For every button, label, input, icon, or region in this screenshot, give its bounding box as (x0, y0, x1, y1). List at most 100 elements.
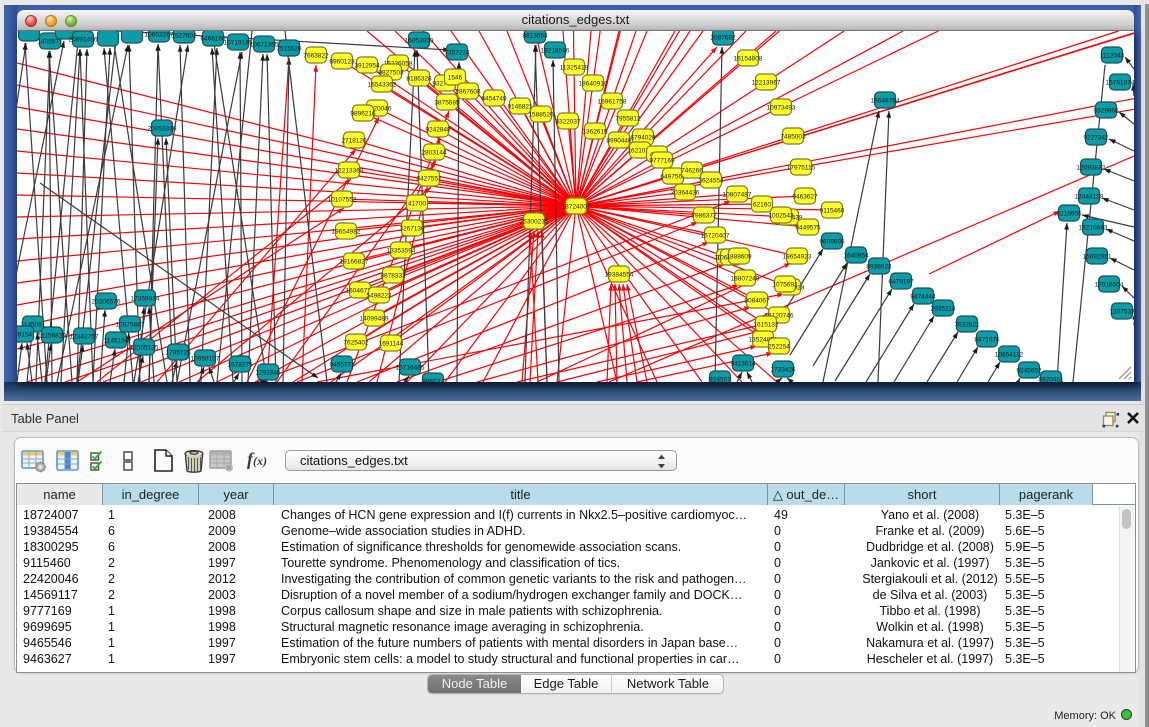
svg-text:3267130: 3267130 (399, 226, 425, 233)
svg-text:1678275: 1678275 (227, 362, 253, 369)
svg-text:1691144: 1691144 (379, 341, 404, 348)
svg-text:19654982: 19654982 (332, 229, 361, 236)
svg-text:18807249: 18807249 (731, 276, 760, 283)
svg-text:25300235: 25300235 (520, 219, 549, 226)
svg-text:2803144: 2803144 (421, 150, 447, 157)
svg-text:8427552: 8427552 (416, 176, 442, 183)
svg-text:9463627: 9463627 (792, 194, 818, 201)
svg-text:8878332: 8878332 (380, 273, 406, 280)
svg-text:8454749: 8454749 (481, 96, 507, 103)
svg-text:8990448: 8990448 (606, 138, 632, 145)
svg-text:19166827: 19166827 (340, 259, 369, 266)
svg-text:15720407: 15720407 (701, 233, 730, 240)
svg-text:1075692: 1075692 (772, 282, 798, 289)
svg-text:17975115: 17975115 (787, 165, 816, 172)
svg-text:5498222: 5498222 (366, 293, 392, 300)
svg-text:3875685: 3875685 (434, 100, 460, 107)
svg-text:12213967: 12213967 (752, 80, 781, 87)
svg-text:986532: 986532 (422, 379, 444, 383)
svg-text:7663822: 7663822 (303, 53, 329, 60)
svg-text:8215955: 8215955 (1056, 211, 1082, 218)
svg-text:15716485: 15716485 (396, 365, 425, 372)
svg-text:1888609: 1888609 (726, 254, 752, 261)
svg-text:20053346: 20053346 (148, 126, 177, 133)
svg-text:1292346: 1292346 (255, 370, 281, 377)
svg-text:12444158: 12444158 (1075, 194, 1104, 201)
svg-text:2867608: 2867608 (455, 89, 481, 96)
svg-text:11325419: 11325419 (560, 65, 589, 72)
svg-text:2087682: 2087682 (710, 35, 736, 42)
svg-text:10973493: 10973493 (767, 105, 796, 112)
svg-text:12342757: 12342757 (70, 334, 99, 341)
svg-text:1795725: 1795725 (165, 350, 191, 357)
svg-text:17359934: 17359934 (131, 296, 160, 303)
svg-text:1362615: 1362615 (582, 129, 608, 136)
svg-text:6794028: 6794028 (630, 135, 656, 142)
svg-text:3624554: 3624554 (698, 178, 724, 185)
svg-text:18640910: 18640910 (579, 81, 608, 88)
svg-text:9465771: 9465771 (329, 362, 355, 369)
svg-text:1733426: 1733426 (770, 367, 796, 374)
svg-text:9245652: 9245652 (1016, 368, 1042, 375)
svg-text:8186328: 8186328 (406, 76, 432, 83)
svg-text:9777169: 9777169 (649, 158, 675, 165)
svg-text:12505135: 12505135 (130, 345, 159, 352)
svg-text:13353594: 13353594 (387, 248, 416, 255)
svg-text:9474444: 9474444 (910, 294, 936, 301)
svg-text:1527602: 1527602 (171, 33, 197, 40)
svg-text:7632621: 7632621 (954, 322, 980, 329)
svg-text:62160: 62160 (753, 202, 771, 209)
svg-text:20364436: 20364436 (671, 190, 700, 197)
svg-text:252254: 252254 (768, 344, 790, 351)
svg-text:10958107: 10958107 (191, 356, 220, 363)
svg-text:6466160: 6466160 (200, 36, 226, 43)
svg-text:11156829: 11156829 (38, 333, 66, 340)
svg-text:924507: 924507 (709, 377, 731, 383)
svg-text:7986372: 7986372 (691, 213, 717, 220)
svg-text:8920451: 8920451 (1038, 377, 1064, 383)
svg-text:20691406: 20691406 (69, 37, 98, 44)
svg-text:15751074: 15751074 (1106, 80, 1134, 87)
svg-text:7357224: 7357224 (444, 50, 470, 57)
svg-text:19384554: 19384554 (605, 272, 634, 279)
svg-text:18724007: 18724007 (562, 204, 591, 211)
svg-text:1405571: 1405571 (37, 39, 63, 46)
svg-text:1588520: 1588520 (528, 112, 554, 119)
svg-text:10807487: 10807487 (723, 192, 752, 199)
svg-text:16648764: 16648764 (871, 98, 900, 105)
svg-text:9699695: 9699695 (819, 239, 845, 246)
svg-text:10671355: 10671355 (250, 42, 279, 49)
svg-text:8471676: 8471676 (974, 337, 1000, 344)
svg-text:39154: 39154 (17, 332, 32, 339)
svg-text:9242848: 9242848 (425, 127, 451, 134)
svg-text:9896216: 9896216 (350, 111, 376, 118)
svg-text:12093832: 12093832 (1077, 165, 1106, 172)
svg-text:9115460: 9115460 (820, 208, 845, 215)
svg-text:9084067: 9084067 (744, 298, 770, 305)
svg-text:16053809: 16053809 (405, 38, 434, 45)
svg-text:8322037: 8322037 (555, 119, 581, 126)
svg-text:16154808: 16154808 (734, 56, 763, 63)
svg-text:41700: 41700 (408, 201, 426, 208)
svg-text:7955812: 7955812 (615, 116, 641, 123)
svg-text:19654923: 19654923 (783, 254, 812, 261)
svg-text:7625402: 7625402 (343, 340, 369, 347)
svg-text:16961758: 16961758 (598, 99, 627, 106)
svg-text:2718126: 2718126 (341, 138, 367, 145)
svg-text:9329966: 9329966 (1093, 108, 1119, 115)
svg-text:1615132: 1615132 (753, 322, 779, 329)
svg-text:1640954: 1640954 (843, 253, 869, 260)
svg-text:10107552: 10107552 (328, 197, 357, 204)
svg-text:8449575: 8449575 (795, 225, 821, 232)
svg-text:10653267: 10653267 (145, 32, 174, 39)
svg-text:16543362: 16543362 (368, 82, 397, 89)
svg-text:10975887: 10975887 (116, 322, 145, 329)
svg-text:3912954: 3912954 (354, 63, 380, 70)
svg-text:14099489: 14099489 (360, 316, 389, 323)
svg-text:15692961: 15692961 (1083, 254, 1112, 261)
svg-text:8938923: 8938923 (866, 264, 892, 271)
svg-text:746266: 746266 (681, 168, 703, 175)
svg-text:8813054: 8813054 (522, 33, 548, 40)
svg-text:1145194: 1145194 (104, 338, 129, 345)
svg-text:9146821: 9146821 (507, 104, 533, 111)
